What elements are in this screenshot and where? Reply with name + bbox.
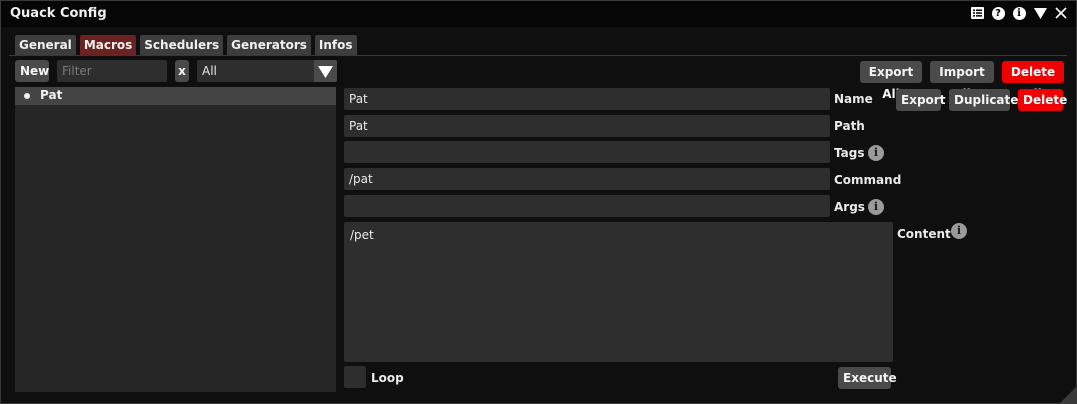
- title-bar[interactable]: Quack Config ? i: [1, 1, 1076, 27]
- content-info-icon[interactable]: i: [951, 223, 967, 239]
- new-macro-button[interactable]: New: [15, 60, 49, 82]
- list-item-label: Pat: [40, 88, 63, 102]
- quack-config-window: Quack Config ? i General Macros Schedule…: [0, 0, 1077, 404]
- tab-generators[interactable]: Generators: [227, 35, 311, 55]
- macro-list[interactable]: Pat: [15, 87, 336, 392]
- args-label: Args: [834, 200, 865, 214]
- window-title: Quack Config: [10, 6, 107, 21]
- name-label: Name: [834, 92, 873, 106]
- name-input[interactable]: Pat: [344, 88, 830, 110]
- execute-button[interactable]: Execute: [838, 367, 897, 389]
- tags-info-icon[interactable]: i: [868, 145, 884, 161]
- tags-input[interactable]: [344, 141, 830, 163]
- content-textarea[interactable]: /pet: [344, 222, 893, 362]
- tab-schedulers[interactable]: Schedulers: [140, 35, 224, 55]
- list-item[interactable]: Pat: [15, 87, 336, 105]
- export-all-button[interactable]: Export All: [860, 61, 922, 101]
- command-label: Command: [834, 173, 902, 187]
- args-input[interactable]: [344, 195, 830, 217]
- info-icon[interactable]: i: [1012, 6, 1026, 20]
- args-info-icon[interactable]: i: [868, 199, 884, 215]
- tab-general[interactable]: General: [15, 35, 76, 55]
- loop-checkbox[interactable]: [344, 366, 366, 388]
- help-icon[interactable]: ?: [991, 6, 1005, 20]
- path-label: Path: [834, 119, 865, 133]
- filter-select-value: All: [202, 64, 217, 78]
- close-icon[interactable]: [1054, 6, 1068, 20]
- delete-all-button[interactable]: Delete All: [1002, 61, 1064, 101]
- import-all-button[interactable]: Import All: [930, 61, 994, 101]
- title-bar-icons: ? i: [970, 6, 1068, 20]
- chevron-down-icon: [318, 66, 333, 78]
- collapse-icon[interactable]: [1033, 6, 1047, 20]
- delete-button[interactable]: Delete: [1018, 89, 1067, 111]
- duplicate-button[interactable]: Duplicate: [949, 89, 1018, 111]
- tab-bar: General Macros Schedulers Generators Inf…: [15, 35, 357, 55]
- filter-placeholder: Filter: [62, 64, 92, 78]
- loop-label: Loop: [371, 371, 404, 385]
- tab-infos[interactable]: Infos: [314, 35, 357, 55]
- tab-divider: [9, 55, 1067, 56]
- tags-label: Tags: [834, 146, 865, 160]
- filter-select-arrow[interactable]: [314, 60, 337, 82]
- tab-macros[interactable]: Macros: [79, 35, 137, 55]
- path-input[interactable]: Pat: [344, 115, 830, 137]
- filter-input[interactable]: Filter: [57, 60, 167, 82]
- export-button[interactable]: Export: [896, 89, 945, 111]
- command-input[interactable]: /pat: [344, 168, 830, 190]
- clear-filter-button[interactable]: x: [175, 60, 189, 82]
- bullet-icon: [24, 93, 30, 99]
- resize-grip-icon[interactable]: [1060, 387, 1076, 403]
- list-icon[interactable]: [970, 6, 984, 20]
- content-label: Content: [897, 227, 951, 241]
